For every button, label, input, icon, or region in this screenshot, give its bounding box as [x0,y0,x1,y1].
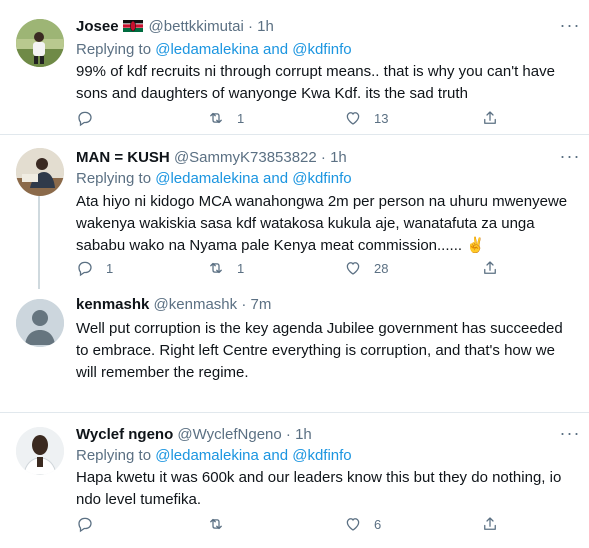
tweet-actions: 1 13 [76,108,516,128]
timestamp[interactable]: 1h [257,18,274,35]
like-icon [346,262,360,275]
user-handle[interactable]: @bettkkimutai [149,18,244,35]
share-icon [484,261,496,274]
user-handle[interactable]: @WyclefNgeno [177,426,281,443]
retweet-count: 1 [237,110,245,126]
kenya-flag-icon [122,20,143,32]
reply-button[interactable] [76,514,106,534]
like-icon [346,112,360,125]
replying-to: Replying to @ledamalekina and @kdfinfo [76,446,352,466]
avatar[interactable] [16,427,64,475]
display-name[interactable]: kenmashk [76,296,149,313]
reply-button[interactable]: 1 [76,258,113,278]
like-button[interactable]: 13 [344,108,388,128]
tweet-header: Wyclef ngeno @WyclefNgeno · 1h [76,425,312,445]
retweet-count: 1 [237,260,245,276]
tweet-josee[interactable]: Josee @bettkkimutai · 1h ··· Replying to … [0,0,589,134]
like-count: 13 [374,110,389,126]
tweet-text: Hapa kwetu it was 600k and our leaders k… [76,469,562,508]
tweet-header: Josee @bettkkimutai · 1h [76,17,274,37]
like-icon [346,518,360,531]
tweet-man-kush[interactable]: MAN = KUSH @SammyK73853822 · 1h ··· Repl… [0,135,589,290]
replying-to-label: Replying to [76,170,152,187]
timestamp[interactable]: 1h [330,149,347,166]
separator-dot: · [320,149,326,166]
mention-link[interactable]: @ledamalekina [155,170,259,187]
mention-link[interactable]: @kdfinfo [292,41,351,58]
retweet-icon [210,518,222,530]
timestamp[interactable]: 7m [250,296,271,313]
mention-link[interactable]: @ledamalekina [155,41,259,58]
user-handle[interactable]: @SammyK73853822 [174,149,317,166]
more-options-button[interactable]: ··· [559,16,581,40]
reply-button[interactable] [76,108,106,128]
replying-to: Replying to @ledamalekina and @kdfinfo [76,169,352,189]
tweet-header: MAN = KUSH @SammyK73853822 · 1h [76,148,347,168]
avatar[interactable] [16,299,64,347]
reply-icon [78,111,92,127]
avatar-photo-icon [16,148,64,196]
replying-to-label: Replying to [76,41,152,58]
replying-to: Replying to @ledamalekina and @kdfinfo [76,40,352,60]
mention-link[interactable]: @kdfinfo [292,447,351,464]
tweet-actions: 1 1 28 [76,258,516,278]
display-name[interactable]: Wyclef ngeno [76,426,173,443]
more-icon: ··· [559,15,581,35]
mention-and: and [263,170,289,187]
timestamp[interactable]: 1h [295,426,312,443]
mention-and: and [263,41,289,58]
replying-to-label: Replying to [76,447,152,464]
like-button[interactable]: 6 [344,514,381,534]
like-count: 6 [374,516,382,532]
avatar-placeholder-icon [16,299,64,347]
share-icon [484,517,496,530]
avatar-photo-icon [16,19,64,67]
mention-link[interactable]: @ledamalekina [155,447,259,464]
avatar[interactable] [16,19,64,67]
separator-dot: · [285,426,291,443]
retweet-button[interactable] [207,514,237,534]
user-handle[interactable]: @kenmashk [154,296,238,313]
separator-dot: · [247,18,253,35]
tweet-wyclef-ngeno[interactable]: Wyclef ngeno @WyclefNgeno · 1h ··· Reply… [0,413,589,548]
share-button[interactable] [481,108,499,128]
reply-count: 1 [106,260,114,276]
tweet-actions: 6 [76,514,516,534]
more-options-button[interactable]: ··· [559,424,581,448]
retweet-icon [210,262,222,274]
like-button[interactable]: 28 [344,258,388,278]
avatar[interactable] [16,148,64,196]
share-button[interactable] [481,258,499,278]
display-name[interactable]: Josee [76,18,119,35]
mention-and: and [263,447,289,464]
avatar-photo-icon [16,427,64,475]
like-count: 28 [374,260,389,276]
reply-icon [78,517,92,533]
more-icon: ··· [559,423,581,443]
tweet-text: 99% of kdf recruits ni through corrupt m… [76,63,555,102]
reply-icon [78,261,92,277]
share-button[interactable] [481,514,499,534]
tweet-text: Ata hiyo ni kidogo MCA wanahongwa 2m per… [76,193,568,254]
share-icon [484,111,496,124]
more-icon: ··· [559,146,581,166]
separator-dot: · [241,296,247,313]
mention-link[interactable]: @kdfinfo [292,170,351,187]
retweet-icon [210,112,222,124]
display-name[interactable]: MAN = KUSH [76,149,170,166]
retweet-button[interactable]: 1 [207,258,244,278]
tweet-kenmashk[interactable]: kenmashk @kenmashk · 7m Well put corrupt… [0,290,589,405]
tweet-header: kenmashk @kenmashk · 7m [76,295,271,315]
tweet-text: Well put corruption is the key agenda Ju… [76,320,563,381]
more-options-button[interactable]: ··· [559,147,581,171]
retweet-button[interactable]: 1 [207,108,244,128]
